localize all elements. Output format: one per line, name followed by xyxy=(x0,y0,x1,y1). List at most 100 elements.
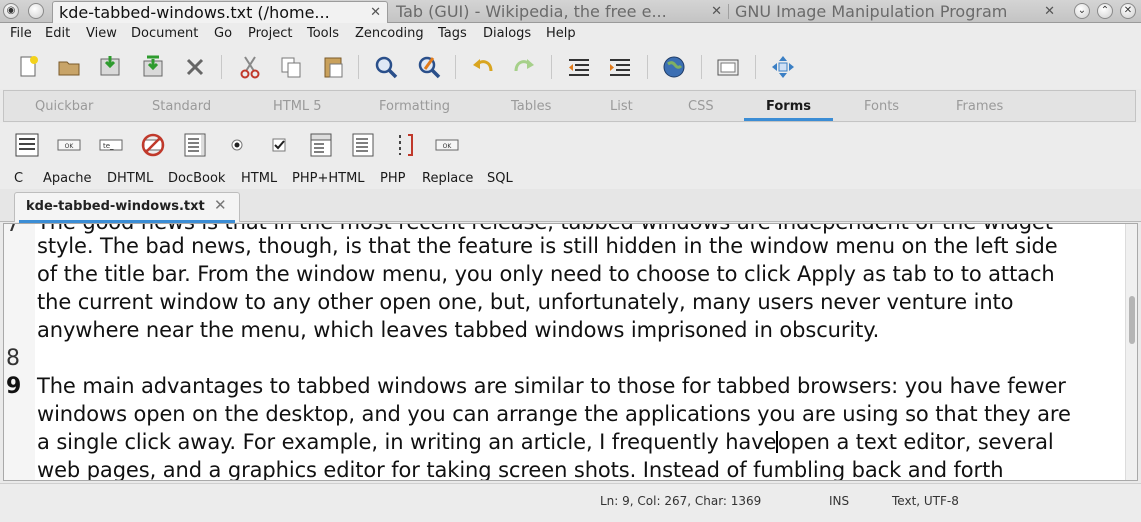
line-number-gutter: 7 8 9 xyxy=(4,224,35,480)
window-minimize-dot-icon[interactable] xyxy=(28,3,44,19)
option-group-icon[interactable] xyxy=(392,132,418,158)
menu-zencoding[interactable]: Zencoding xyxy=(355,26,424,41)
window-tab-label: kde-tabbed-windows.txt (/home... xyxy=(59,3,330,22)
forms-toolbar: OK te_ OK xyxy=(0,123,1141,167)
text-line: anywhere near the menu, which leaves tab… xyxy=(37,318,880,342)
replace-icon[interactable] xyxy=(415,53,443,81)
lang-c[interactable]: C xyxy=(14,171,23,186)
preview-browser-icon[interactable] xyxy=(660,53,688,81)
insert-mode: INS xyxy=(829,494,850,508)
document-tab-label: kde-tabbed-windows.txt xyxy=(26,199,205,214)
button-icon[interactable]: OK xyxy=(56,132,82,158)
close-icon[interactable]: ✕ xyxy=(1044,1,1055,22)
tab-quickbar[interactable]: Quickbar xyxy=(35,99,93,114)
text-line: The good news is that in the most recent… xyxy=(37,224,1053,234)
undo-icon[interactable] xyxy=(469,53,497,81)
unindent-icon[interactable] xyxy=(565,53,593,81)
form-icon[interactable] xyxy=(14,132,40,158)
menu-dialogs[interactable]: Dialogs xyxy=(483,26,531,41)
document-tab[interactable]: kde-tabbed-windows.txt ✕ xyxy=(14,192,240,223)
tab-forms[interactable]: Forms xyxy=(766,99,811,114)
menu-tags[interactable]: Tags xyxy=(438,26,467,41)
tab-frames[interactable]: Frames xyxy=(956,99,1003,114)
new-file-icon[interactable] xyxy=(14,53,42,81)
text-line: the current window to any other open one… xyxy=(37,290,1014,314)
paste-icon[interactable] xyxy=(319,53,347,81)
menu-tools[interactable]: Tools xyxy=(307,26,339,41)
lang-docbook[interactable]: DocBook xyxy=(168,171,225,186)
menu-help[interactable]: Help xyxy=(546,26,576,41)
menu-view[interactable]: View xyxy=(86,26,117,41)
lang-dhtml[interactable]: DHTML xyxy=(107,171,153,186)
checkbox-icon[interactable] xyxy=(266,132,292,158)
copy-icon[interactable] xyxy=(277,53,305,81)
text-input-icon[interactable]: te_ xyxy=(98,132,124,158)
language-bar: C Apache DHTML DocBook HTML PHP+HTML PHP… xyxy=(0,167,1141,189)
text-line-with-caret: a single click away. For example, in wri… xyxy=(37,430,1054,454)
submit-button-icon[interactable]: OK xyxy=(434,132,460,158)
html-category-tabs: Quickbar Standard HTML 5 Formatting Tabl… xyxy=(3,90,1136,122)
close-file-icon[interactable] xyxy=(181,53,209,81)
save-icon[interactable] xyxy=(96,53,124,81)
line-number: 8 xyxy=(6,346,20,371)
svg-text:OK: OK xyxy=(65,143,75,150)
svg-text:te_: te_ xyxy=(103,142,114,150)
vertical-scrollbar[interactable] xyxy=(1125,224,1137,480)
document-tab-bar: kde-tabbed-windows.txt ✕ xyxy=(0,189,1141,223)
find-icon[interactable] xyxy=(372,53,400,81)
tab-formatting[interactable]: Formatting xyxy=(379,99,450,114)
window-tab-wikipedia[interactable]: Tab (GUI) - Wikipedia, the free e... ✕ xyxy=(390,1,728,23)
text-after-caret: open a text editor, several xyxy=(777,430,1054,454)
text-line: web pages, and a graphics editor for tak… xyxy=(37,458,1004,481)
save-as-icon[interactable] xyxy=(139,53,167,81)
line-number: 7 xyxy=(6,223,20,237)
lang-replace[interactable]: Replace xyxy=(422,171,473,186)
lang-apache[interactable]: Apache xyxy=(43,171,92,186)
lang-php-html[interactable]: PHP+HTML xyxy=(292,171,365,186)
lang-sql[interactable]: SQL xyxy=(487,171,513,186)
tab-html5[interactable]: HTML 5 xyxy=(273,99,322,114)
cut-icon[interactable] xyxy=(236,53,264,81)
option-icon[interactable] xyxy=(350,132,376,158)
text-editor[interactable]: 7 8 9 The good news is that in the most … xyxy=(3,223,1138,481)
window-tab-gimp[interactable]: GNU Image Manipulation Program ✕ xyxy=(729,1,1061,23)
minimize-icon[interactable]: ⌄ xyxy=(1074,3,1090,19)
tab-fonts[interactable]: Fonts xyxy=(864,99,899,114)
text-line: windows open on the desktop, and you can… xyxy=(37,402,1071,426)
maximize-icon[interactable]: ⌃ xyxy=(1097,3,1113,19)
cursor-position: Ln: 9, Col: 267, Char: 1369 xyxy=(600,494,762,508)
tab-css[interactable]: CSS xyxy=(688,99,714,114)
tab-tables[interactable]: Tables xyxy=(511,99,551,114)
hidden-field-icon[interactable] xyxy=(140,132,166,158)
close-icon[interactable]: ✕ xyxy=(214,196,227,214)
close-window-icon[interactable]: ✕ xyxy=(1120,3,1136,19)
text-line: of the title bar. From the window menu, … xyxy=(37,262,1055,286)
select-icon[interactable] xyxy=(308,132,334,158)
close-icon[interactable]: ✕ xyxy=(711,1,722,22)
move-icon[interactable] xyxy=(769,53,797,81)
open-folder-icon[interactable] xyxy=(55,53,83,81)
tab-standard[interactable]: Standard xyxy=(152,99,211,114)
redo-icon[interactable] xyxy=(510,53,538,81)
scrollbar-thumb[interactable] xyxy=(1129,296,1135,344)
menu-document[interactable]: Document xyxy=(131,26,198,41)
indent-icon[interactable] xyxy=(606,53,634,81)
file-encoding: Text, UTF-8 xyxy=(892,494,959,508)
lang-html[interactable]: HTML xyxy=(241,171,277,186)
menu-edit[interactable]: Edit xyxy=(45,26,70,41)
text-line: The main advantages to tabbed windows ar… xyxy=(37,374,1066,398)
textarea-icon[interactable] xyxy=(182,132,208,158)
window-tab-editor[interactable]: kde-tabbed-windows.txt (/home... ✕ xyxy=(52,1,388,23)
radio-button-icon[interactable] xyxy=(224,132,250,158)
tab-list[interactable]: List xyxy=(610,99,633,114)
text-line: style. The bad news, though, is that the… xyxy=(37,234,1058,258)
menu-file[interactable]: File xyxy=(10,26,32,41)
menu-go[interactable]: Go xyxy=(214,26,232,41)
close-icon[interactable]: ✕ xyxy=(370,2,381,23)
fullscreen-icon[interactable] xyxy=(714,53,742,81)
window-tab-label: Tab (GUI) - Wikipedia, the free e... xyxy=(396,2,667,21)
lang-php[interactable]: PHP xyxy=(380,171,405,186)
menu-project[interactable]: Project xyxy=(248,26,292,41)
window-menu-icon[interactable]: ◉ xyxy=(3,3,19,19)
main-toolbar xyxy=(0,45,1141,89)
